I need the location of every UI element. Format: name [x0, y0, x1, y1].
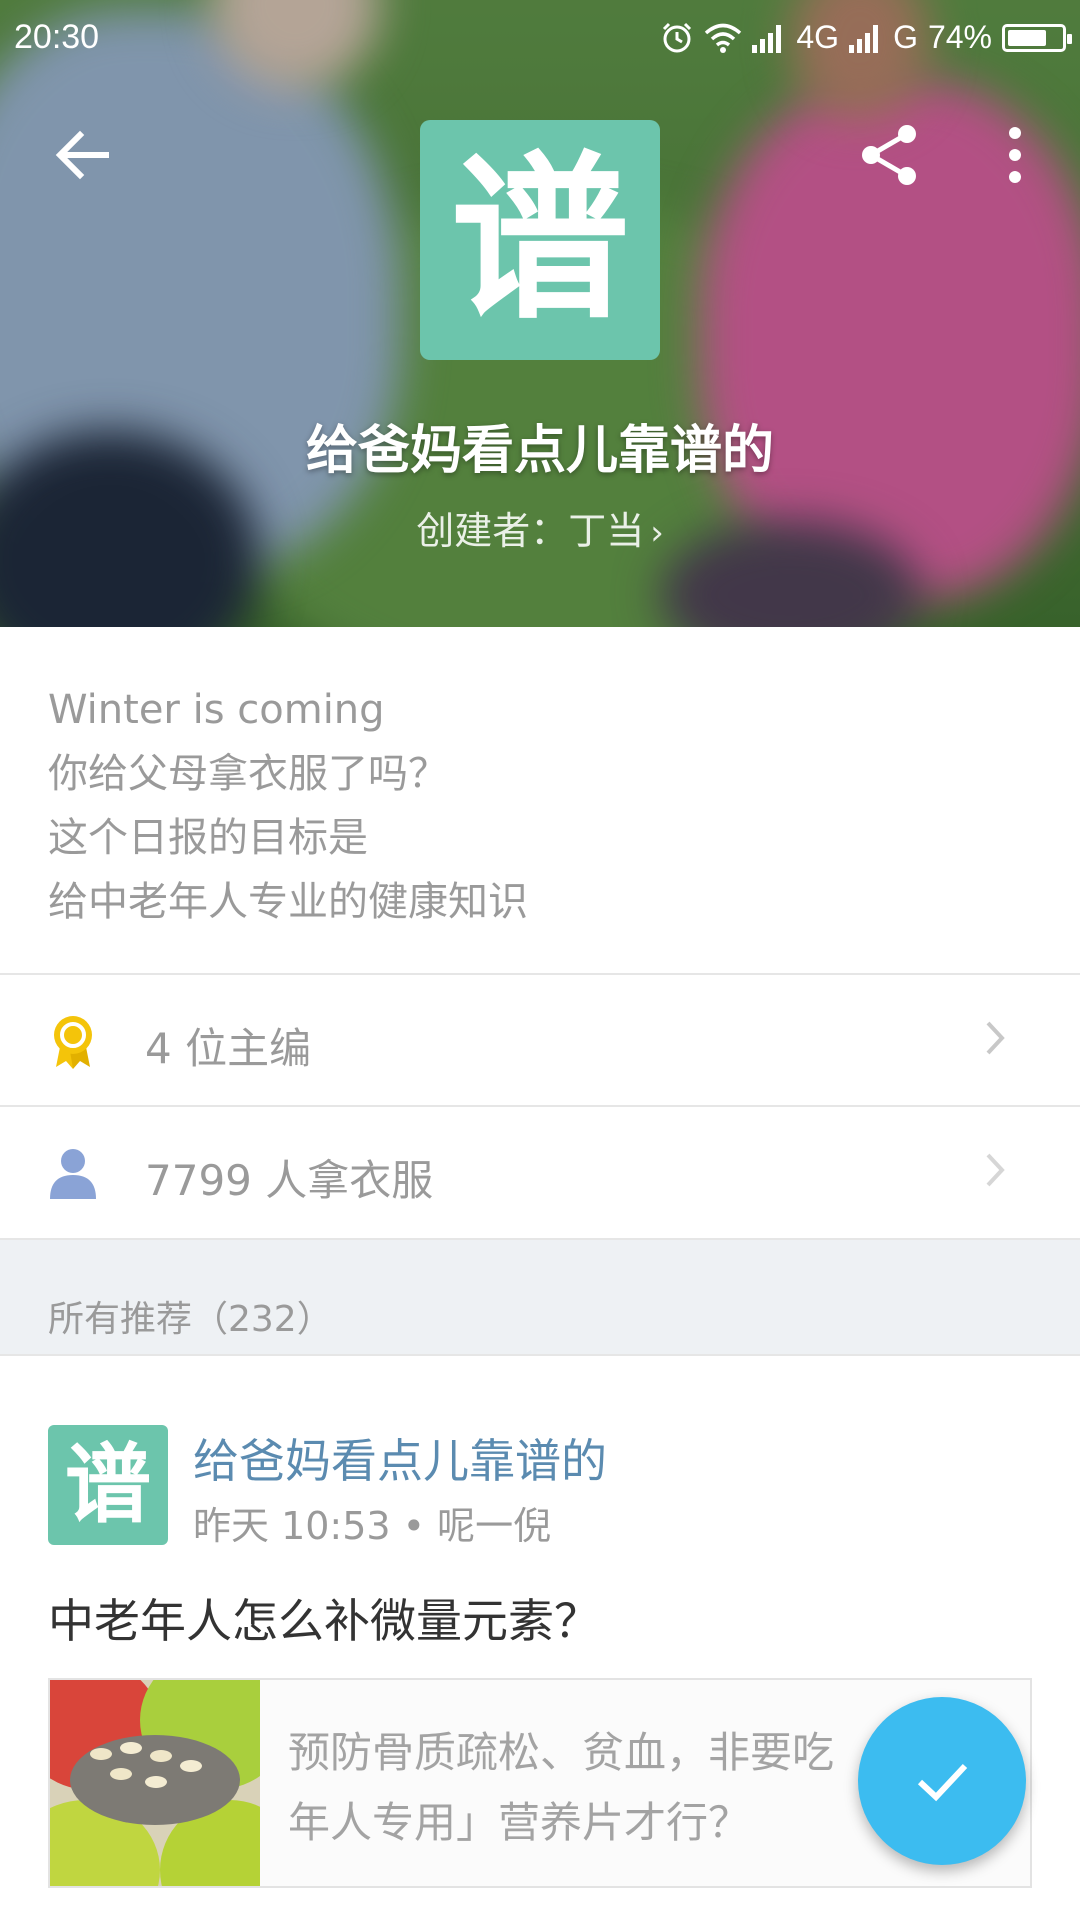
followers-label: 7799 人拿衣服	[145, 1156, 434, 1205]
card-meta: 昨天 10:53 • 呢一倪	[193, 1504, 552, 1548]
signal-icon	[752, 24, 782, 53]
person-icon	[50, 1149, 96, 1199]
description-line: 你给父母拿衣服了吗？	[48, 751, 448, 797]
channel-description: Winter is coming 你给父母拿衣服了吗？ 这个日报的目标是 给中老…	[48, 678, 1038, 934]
creator-label: 创建者：丁当	[416, 509, 645, 553]
status-time: 20:30	[14, 18, 100, 56]
card-channel-logo[interactable]: 谱	[48, 1425, 168, 1545]
check-icon	[917, 1763, 968, 1802]
creator-link[interactable]: 创建者：丁当 ›	[0, 500, 1080, 555]
share-button[interactable]	[855, 120, 925, 190]
chevron-right-icon	[986, 1021, 1005, 1055]
network-type-1: 4G	[796, 19, 840, 55]
battery-level	[1008, 29, 1046, 46]
article-thumbnail	[50, 1680, 260, 1886]
chevron-right-icon: ›	[650, 513, 664, 553]
channel-logo: 谱	[420, 120, 660, 360]
share-icon	[862, 125, 916, 185]
header-hero: 20:30 4G G 74% 谱 给爸妈看点儿靠谱的 创建者：丁当 ›	[0, 0, 1080, 627]
signal-icon	[849, 24, 879, 53]
back-arrow-icon	[55, 130, 109, 180]
editors-label: 4 位主编	[145, 1024, 312, 1073]
battery-icon	[1002, 23, 1072, 52]
more-options-button[interactable]	[995, 120, 1035, 190]
section-title: 所有推荐（232）	[48, 1299, 333, 1340]
card-channel-name[interactable]: 给爸妈看点儿靠谱的	[193, 1425, 607, 1491]
network-type-2: G	[893, 19, 918, 55]
wifi-icon	[705, 23, 742, 53]
medal-icon	[54, 1016, 92, 1069]
back-button[interactable]	[48, 120, 118, 190]
channel-title: 给爸妈看点儿靠谱的	[305, 421, 774, 481]
followers-row[interactable]: 7799 人拿衣服	[0, 1107, 1080, 1237]
chevron-right-icon	[986, 1153, 1005, 1187]
editors-row[interactable]: 4 位主编	[0, 975, 1080, 1105]
description-line: Winter is coming	[48, 687, 385, 733]
description-line: 这个日报的目标是	[48, 815, 368, 861]
battery-percent: 74%	[927, 19, 992, 55]
more-vert-icon	[1009, 127, 1021, 183]
status-bar: 20:30 4G G 74%	[0, 0, 1080, 75]
follow-fab-button[interactable]	[858, 1697, 1026, 1865]
divider	[0, 1354, 1080, 1356]
description-line: 给中老年人专业的健康知识	[48, 879, 528, 925]
status-icons: 4G G 74%	[660, 19, 1072, 56]
card-headline[interactable]: 中老年人怎么补微量元素？	[48, 1585, 600, 1651]
alarm-icon	[663, 22, 692, 52]
